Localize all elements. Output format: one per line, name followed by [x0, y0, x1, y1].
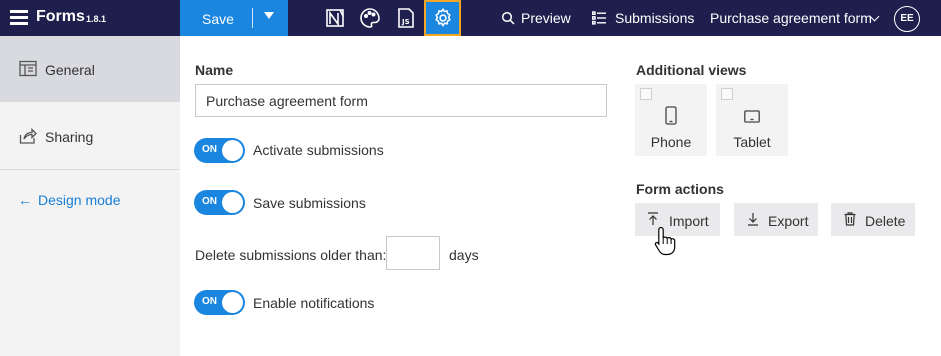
toggle-state: ON — [202, 196, 217, 207]
top-bar: Forms 1.8.1 Save JS Preview Submissions … — [0, 0, 941, 36]
javascript-icon[interactable]: JS — [394, 6, 418, 30]
list-icon — [592, 11, 606, 25]
save-submissions-label: Save submissions — [253, 195, 366, 211]
import-icon — [648, 212, 658, 225]
theme-palette-icon[interactable] — [358, 6, 382, 30]
form-actions-title: Form actions — [636, 181, 724, 197]
settings-button[interactable] — [424, 0, 461, 36]
delete-form-label: Delete — [865, 213, 906, 229]
save-submissions-toggle[interactable]: ON — [194, 190, 245, 215]
sidebar: General Sharing ← Design mode — [0, 36, 180, 356]
delete-days-input[interactable] — [386, 236, 440, 270]
general-icon — [19, 60, 37, 77]
forms-menu-icon[interactable] — [10, 9, 28, 27]
delete-form-button[interactable]: Delete — [831, 203, 915, 236]
save-separator — [252, 8, 253, 28]
user-avatar[interactable]: EE — [894, 6, 920, 32]
export-label: Export — [768, 213, 809, 229]
share-icon — [19, 127, 37, 144]
export-button[interactable]: Export — [734, 203, 818, 236]
submissions-button[interactable]: Submissions — [615, 10, 694, 26]
view-card-phone[interactable]: Phone — [635, 84, 707, 156]
form-selector[interactable]: Purchase agreement form — [710, 10, 872, 26]
form-builder-icon[interactable] — [323, 6, 347, 30]
tablet-view-checkbox[interactable] — [721, 88, 733, 100]
toggle-state: ON — [202, 296, 217, 307]
save-dropdown-icon[interactable] — [264, 12, 274, 19]
toggle-knob — [222, 192, 243, 213]
design-mode-link[interactable]: ← Design mode — [18, 192, 121, 208]
toggle-state: ON — [202, 144, 217, 155]
days-label: days — [449, 247, 479, 263]
search-icon — [501, 11, 515, 25]
gear-icon — [435, 7, 451, 27]
tablet-view-label: Tablet — [733, 134, 771, 150]
save-button-group: Save — [180, 0, 288, 36]
enable-notifications-toggle[interactable]: ON — [194, 290, 245, 315]
additional-views-title: Additional views — [636, 62, 747, 78]
phone-view-label: Phone — [650, 134, 692, 150]
toggle-knob — [222, 292, 243, 313]
phone-icon — [665, 106, 677, 125]
enable-notifications-label: Enable notifications — [253, 295, 375, 311]
design-mode-label: Design mode — [38, 192, 121, 208]
app-version: 1.8.1 — [86, 14, 107, 24]
app-title: Forms — [36, 8, 85, 25]
view-card-tablet[interactable]: Tablet — [716, 84, 788, 156]
arrow-left-icon: ← — [18, 192, 32, 208]
name-label: Name — [195, 62, 234, 78]
form-name-input[interactable] — [195, 84, 607, 117]
sidebar-item-label: Sharing — [45, 129, 94, 145]
phone-view-checkbox[interactable] — [640, 88, 652, 100]
activate-submissions-label: Activate submissions — [253, 142, 384, 158]
sidebar-divider — [0, 169, 180, 170]
preview-button[interactable]: Preview — [521, 10, 571, 26]
toggle-knob — [222, 140, 243, 161]
export-icon — [748, 213, 758, 226]
tablet-icon — [744, 110, 760, 123]
trash-icon — [844, 212, 856, 226]
activate-submissions-toggle[interactable]: ON — [194, 138, 245, 163]
sidebar-item-sharing[interactable]: Sharing — [0, 103, 180, 169]
delete-submissions-label: Delete submissions older than: — [195, 247, 387, 263]
sidebar-item-general[interactable]: General — [0, 36, 180, 102]
svg-text:JS: JS — [401, 18, 410, 26]
hand-cursor-icon — [654, 226, 676, 256]
save-button[interactable]: Save — [202, 11, 234, 27]
sidebar-item-label: General — [45, 62, 95, 78]
